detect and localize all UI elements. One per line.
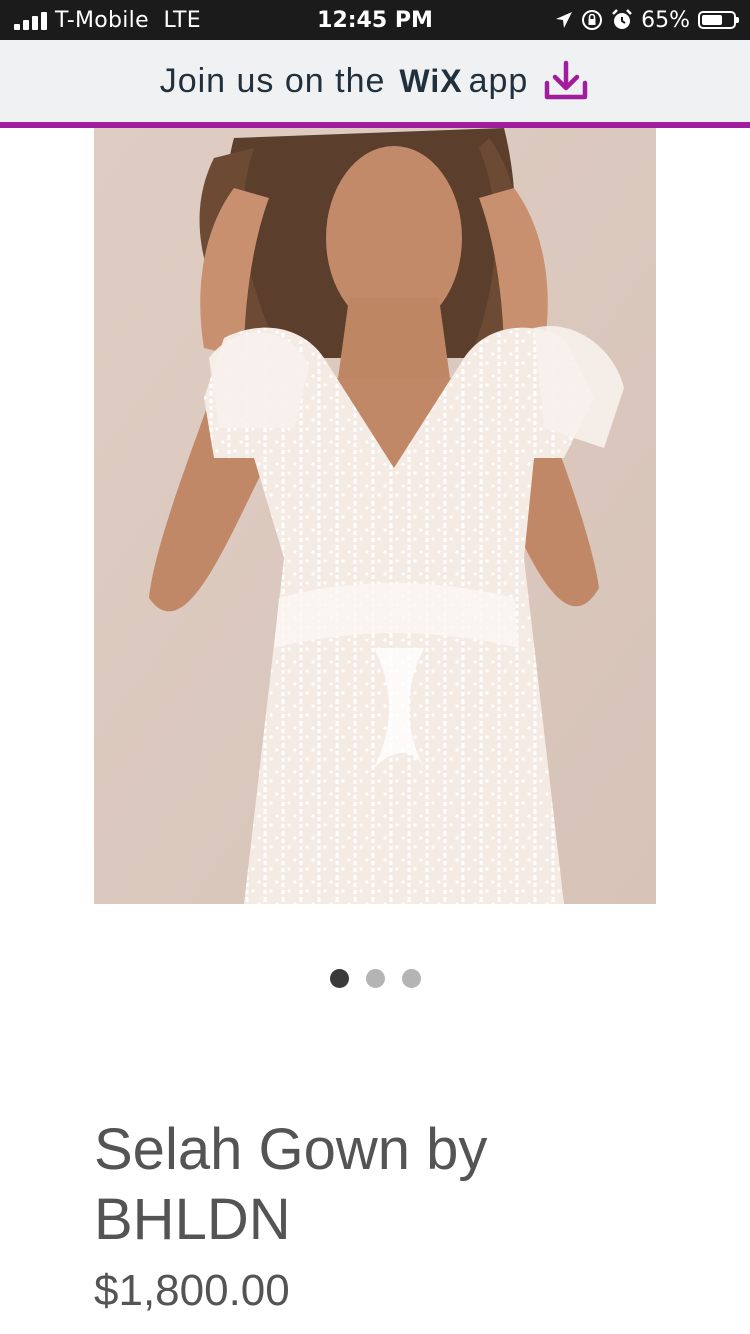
- join-wix-app-banner[interactable]: Join us on the WiX app: [0, 40, 750, 128]
- carousel-dot[interactable]: [329, 969, 349, 988]
- status-bar: T-Mobile LTE 12:45 PM 65%: [0, 0, 750, 40]
- banner-app-text: app: [468, 61, 529, 100]
- gown-photo: [94, 128, 656, 904]
- carousel-dots: [0, 969, 750, 988]
- product-image[interactable]: [94, 128, 656, 904]
- carousel-dot[interactable]: [365, 969, 385, 988]
- wix-logo: WiX: [399, 62, 463, 99]
- carousel-dot[interactable]: [401, 969, 421, 988]
- battery-icon: [698, 11, 739, 29]
- banner-text: Join us on the: [159, 61, 386, 100]
- battery-level: [702, 15, 722, 25]
- download-icon[interactable]: [542, 59, 590, 103]
- location-arrow-icon: [556, 12, 573, 28]
- orientation-lock-icon: [582, 10, 603, 30]
- product-price: $1,800.00: [94, 1266, 290, 1315]
- alarm-icon: [612, 9, 632, 29]
- product-title: Selah Gown by BHLDN: [94, 1117, 488, 1252]
- battery-percent: 65%: [641, 7, 690, 33]
